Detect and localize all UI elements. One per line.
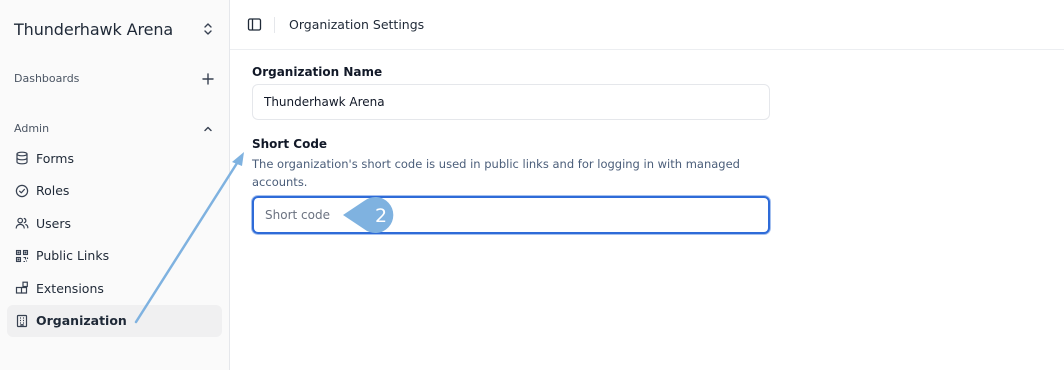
org-switcher-name: Thunderhawk Arena <box>14 19 174 39</box>
building-icon <box>14 313 29 328</box>
header-divider <box>274 16 275 33</box>
sidebar-item-label: Public Links <box>36 248 110 264</box>
sidebar-item-label: Extensions <box>36 280 104 296</box>
database-icon <box>14 151 29 166</box>
sidebar: Thunderhawk Arena Dashboards Admin Forms… <box>0 0 230 370</box>
short-code-input[interactable] <box>252 196 770 234</box>
sidebar-item-public-links[interactable]: Public Links <box>7 240 222 273</box>
sidebar-toggle-button[interactable] <box>244 15 264 35</box>
sidebar-item-forms[interactable]: Forms <box>7 142 222 175</box>
blocks-icon <box>14 281 29 296</box>
chevrons-up-down-icon <box>200 21 216 37</box>
sidebar-item-roles[interactable]: Roles <box>7 175 222 208</box>
org-name-label: Organization Name <box>252 65 383 79</box>
page-title: Organization Settings <box>289 17 425 32</box>
admin-nav: Forms Roles Users Public Links Extension… <box>7 142 222 337</box>
sidebar-item-label: Organization <box>36 313 127 329</box>
organization-settings-form: Organization Name Short Code The organiz… <box>252 60 770 234</box>
sidebar-item-organization[interactable]: Organization <box>7 304 222 337</box>
app-root: Thunderhawk Arena Dashboards Admin Forms… <box>0 0 1064 370</box>
annotation-arrow-head <box>232 152 244 166</box>
add-dashboard-button[interactable] <box>199 70 217 88</box>
qr-code-icon <box>14 248 29 263</box>
sidebar-item-label: Users <box>36 215 72 231</box>
sidebar-item-users[interactable]: Users <box>7 207 222 240</box>
short-code-description: The organization's short code is used in… <box>252 157 740 189</box>
users-icon <box>14 216 29 231</box>
group-label-admin: Admin <box>14 122 50 135</box>
group-label-dashboards: Dashboards <box>14 72 80 85</box>
short-code-label: Short Code <box>252 137 328 151</box>
collapse-admin-button[interactable] <box>199 120 217 138</box>
sidebar-item-label: Roles <box>36 183 70 199</box>
page-header: Organization Settings <box>230 0 1064 50</box>
sidebar-item-extensions[interactable]: Extensions <box>7 272 222 305</box>
org-name-input[interactable] <box>252 84 770 120</box>
sidebar-item-label: Forms <box>36 150 75 166</box>
org-switcher[interactable]: Thunderhawk Arena <box>8 10 222 48</box>
check-circle-icon <box>14 183 29 198</box>
